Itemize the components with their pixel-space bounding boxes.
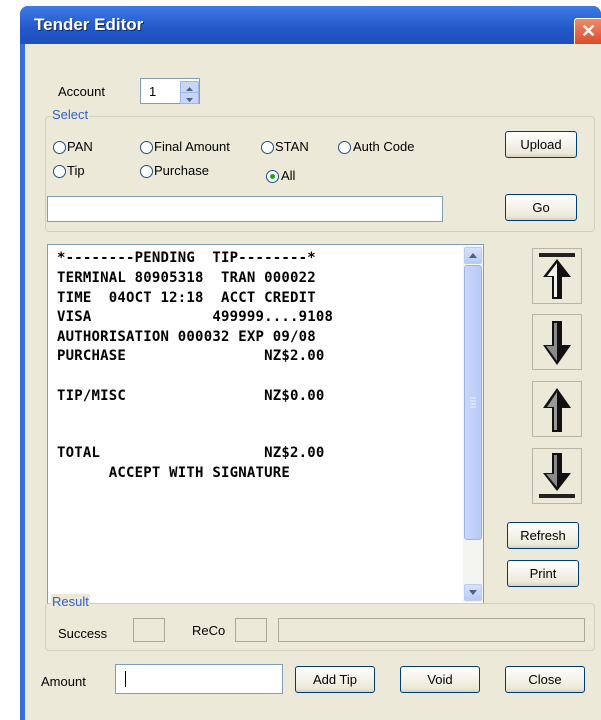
- radio-auth-code-label: Auth Code: [353, 139, 415, 154]
- move-down-button[interactable]: [532, 314, 582, 370]
- receipt-line: TERMINAL 80905318 TRAN 000022: [57, 270, 316, 286]
- scroll-down-button[interactable]: [464, 584, 482, 601]
- grip-icon: [470, 397, 476, 408]
- radio-stan[interactable]: [261, 141, 274, 154]
- amount-input[interactable]: [115, 664, 283, 694]
- receipt-line: TIME 04OCT 12:18 ACCT CREDIT: [57, 290, 316, 306]
- radio-pan-label: PAN: [67, 139, 93, 154]
- select-group-legend: Select: [51, 107, 90, 122]
- move-down-icon: [543, 321, 571, 365]
- scroll-thumb[interactable]: [464, 265, 482, 540]
- search-input[interactable]: [47, 196, 443, 222]
- receipt-line: TOTAL NZ$2.00: [57, 445, 325, 461]
- reco-label: ReCo: [192, 623, 226, 638]
- title-bar[interactable]: Tender Editor ✕: [20, 6, 601, 46]
- void-button[interactable]: Void: [400, 666, 480, 693]
- close-icon: ✕: [580, 21, 597, 41]
- spin-down-button[interactable]: [180, 92, 199, 104]
- radio-tip-label: Tip: [67, 163, 85, 178]
- radio-all-label: All: [281, 168, 296, 183]
- chevron-down-icon: [186, 98, 193, 102]
- success-value: [133, 618, 165, 642]
- receipt-line: AUTHORISATION 000032 EXP 09/08: [57, 329, 316, 345]
- receipt-textarea[interactable]: *--------PENDING TIP--------* TERMINAL 8…: [47, 244, 484, 604]
- radio-final-amount[interactable]: [140, 141, 153, 154]
- receipt-line: VISA 499999....9108: [57, 309, 334, 325]
- account-label: Account: [58, 84, 105, 99]
- move-to-bottom-icon: [539, 453, 575, 498]
- add-tip-button[interactable]: Add Tip: [295, 666, 375, 693]
- account-value: 1: [149, 84, 157, 99]
- text-cursor: [125, 671, 126, 687]
- success-label: Success: [58, 626, 108, 641]
- receipt-line: PURCHASE NZ$2.00: [57, 348, 325, 364]
- refresh-button[interactable]: Refresh: [507, 522, 579, 549]
- radio-final-amount-label: Final Amount: [154, 139, 230, 154]
- radio-tip[interactable]: [53, 165, 66, 178]
- radio-purchase-label: Purchase: [154, 163, 209, 178]
- radio-purchase[interactable]: [140, 165, 153, 178]
- result-group-legend: Result: [51, 594, 90, 609]
- radio-all[interactable]: [266, 170, 279, 183]
- move-up-button[interactable]: [532, 381, 582, 437]
- scroll-up-button[interactable]: [464, 247, 482, 264]
- receipt-line: *--------PENDING TIP--------*: [57, 250, 316, 266]
- window-client-area: Account 1 Select PAN Final Amount STAN A…: [25, 44, 601, 720]
- radio-stan-label: STAN: [275, 139, 309, 154]
- upload-button[interactable]: Upload: [505, 131, 577, 158]
- window-title: Tender Editor: [34, 15, 144, 34]
- account-spinner[interactable]: 1: [140, 78, 200, 104]
- close-button[interactable]: Close: [505, 666, 585, 693]
- scroll-up-arrow-icon: [469, 253, 477, 258]
- radio-auth-code[interactable]: [338, 141, 351, 154]
- print-button[interactable]: Print: [507, 560, 579, 587]
- receipt-scrollbar[interactable]: [463, 246, 483, 602]
- receipt-line: TIP/MISC NZ$0.00: [57, 388, 325, 404]
- move-to-bottom-button[interactable]: [532, 448, 582, 504]
- scroll-down-arrow-icon: [469, 590, 477, 595]
- go-button[interactable]: Go: [505, 194, 577, 221]
- amount-label: Amount: [41, 674, 86, 689]
- window-close-button[interactable]: ✕: [574, 18, 601, 46]
- receipt-line: ACCEPT WITH SIGNATURE: [57, 465, 290, 481]
- result-message: [278, 618, 585, 642]
- move-to-top-icon: [539, 253, 575, 299]
- tender-editor-window: Tender Editor ✕ Account 1 Select PAN Fin…: [20, 6, 601, 720]
- radio-pan[interactable]: [53, 141, 66, 154]
- move-up-icon: [543, 388, 571, 432]
- reco-value: [235, 618, 267, 642]
- move-to-top-button[interactable]: [532, 248, 582, 304]
